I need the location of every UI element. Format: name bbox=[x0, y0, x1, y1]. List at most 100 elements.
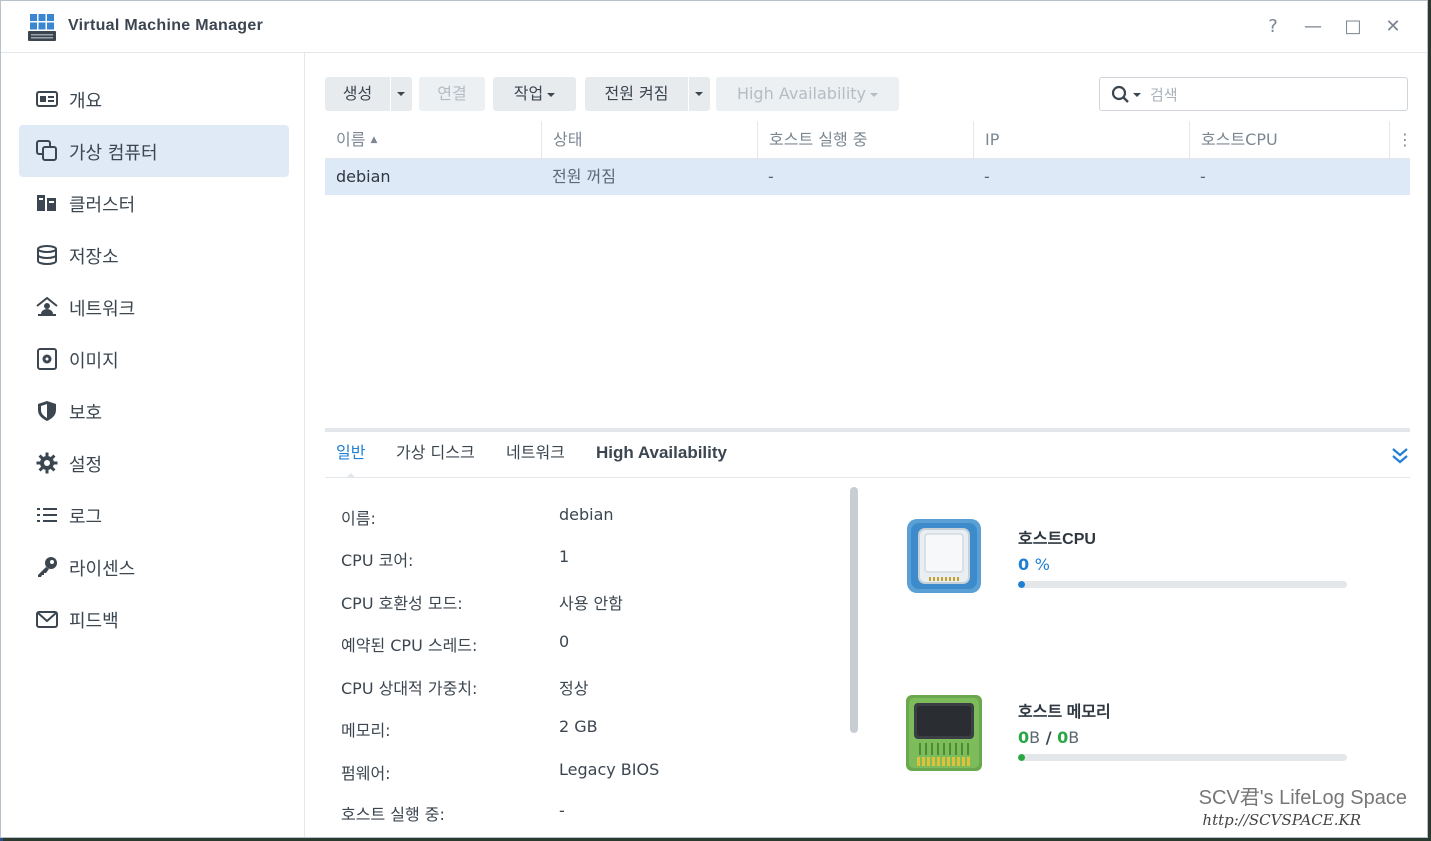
key-icon bbox=[38, 557, 57, 577]
double-chevron-down-icon[interactable] bbox=[1390, 443, 1410, 467]
sidebar-item-overview[interactable]: 개요 bbox=[19, 73, 289, 125]
sidebar-item-storage[interactable]: 저장소 bbox=[19, 229, 289, 281]
host-cpu-value: 0 % bbox=[1018, 555, 1050, 574]
sidebar-item-label: 저장소 bbox=[69, 247, 119, 268]
host-cpu-bar bbox=[1018, 581, 1347, 588]
property-label: 호스트 실행 중: bbox=[341, 805, 445, 824]
cell-host-cpu: - bbox=[1200, 167, 1206, 186]
gear-icon bbox=[36, 452, 58, 474]
overview-icon bbox=[36, 91, 58, 107]
property-label: CPU 호환성 모드: bbox=[341, 594, 463, 613]
column-header-host-cpu[interactable]: 호스트CPU bbox=[1189, 121, 1389, 158]
property-value: 사용 안함 bbox=[559, 594, 623, 613]
minimize-button[interactable]: — bbox=[1301, 15, 1325, 39]
host-memory-bar bbox=[1018, 754, 1347, 761]
column-menu-icon[interactable]: ⋮ bbox=[1389, 121, 1413, 158]
create-button[interactable]: 생성 bbox=[325, 77, 390, 111]
high-availability-button-label: High Availability bbox=[736, 84, 867, 103]
chevron-down-icon bbox=[547, 92, 556, 97]
grid-header: 이름 ▲ 상태 호스트 실행 중 IP 호스트CPU ⋮ bbox=[325, 121, 1413, 159]
property-value: Legacy BIOS bbox=[559, 760, 660, 779]
vmm-app-icon bbox=[28, 14, 56, 41]
sidebar-item-label: 개요 bbox=[69, 91, 103, 112]
properties-scrollbar[interactable] bbox=[850, 487, 858, 733]
column-header-host[interactable]: 호스트 실행 중 bbox=[757, 121, 973, 158]
property-value: debian bbox=[559, 505, 614, 524]
power-on-button[interactable]: 전원 켜짐 bbox=[585, 77, 688, 111]
search-box[interactable] bbox=[1099, 77, 1408, 111]
shield-icon bbox=[38, 401, 56, 421]
close-button[interactable]: ✕ bbox=[1381, 15, 1405, 39]
host-cpu-bar-fill bbox=[1018, 581, 1025, 588]
property-value: 2 GB bbox=[559, 717, 598, 736]
main-panel: 생성 연결 작업 전원 켜짐 High Availability 이름 ▲ 상태… bbox=[305, 53, 1427, 837]
sidebar-item-label: 설정 bbox=[69, 455, 103, 476]
sidebar-item-license[interactable]: 라이센스 bbox=[19, 541, 289, 593]
host-cpu-percent: 0 bbox=[1018, 555, 1030, 574]
sidebar-item-label: 피드백 bbox=[69, 611, 119, 632]
memory-total-unit: B bbox=[1068, 728, 1080, 747]
sidebar: 개요 가상 컴퓨터 클러스터 저장소 네트워크 이미지 보호 설정 로그 라이센… bbox=[1, 53, 305, 837]
tab-network[interactable]: 네트워크 bbox=[506, 433, 565, 477]
power-on-dropdown-button[interactable] bbox=[688, 77, 710, 111]
host-cpu-title: 호스트CPU bbox=[1018, 531, 1096, 548]
sidebar-item-image[interactable]: 이미지 bbox=[19, 333, 289, 385]
memory-module-icon bbox=[906, 695, 982, 771]
column-header-label: 이름 bbox=[336, 130, 366, 149]
table-row[interactable]: debian 전원 꺼짐 - - - bbox=[325, 159, 1410, 195]
column-header-name[interactable]: 이름 ▲ bbox=[325, 121, 541, 158]
host-memory-bar-fill bbox=[1018, 754, 1025, 761]
property-label: 이름: bbox=[341, 509, 376, 528]
action-button-label: 작업 bbox=[513, 84, 544, 103]
chevron-down-icon[interactable] bbox=[1133, 93, 1141, 97]
cluster-icon bbox=[37, 195, 56, 211]
sidebar-item-label: 네트워크 bbox=[69, 299, 136, 320]
title-bar: Virtual Machine Manager ? — □ ✕ bbox=[1, 1, 1427, 53]
network-icon bbox=[36, 296, 58, 316]
search-input[interactable] bbox=[1148, 82, 1402, 108]
image-icon bbox=[37, 348, 57, 370]
sidebar-item-protection[interactable]: 보호 bbox=[19, 385, 289, 437]
property-value: 0 bbox=[559, 632, 570, 651]
mail-icon bbox=[36, 611, 58, 628]
create-dropdown-button[interactable] bbox=[390, 77, 412, 111]
connect-button[interactable]: 연결 bbox=[419, 77, 485, 111]
search-icon[interactable] bbox=[1111, 85, 1133, 105]
sidebar-item-label: 가상 컴퓨터 bbox=[69, 143, 158, 164]
high-availability-button[interactable]: High Availability bbox=[716, 77, 899, 111]
property-label: 예약된 CPU 스레드: bbox=[341, 636, 478, 655]
split-handle[interactable] bbox=[325, 428, 1410, 432]
memory-used: 0 bbox=[1018, 728, 1030, 747]
virtual-machine-icon bbox=[36, 140, 57, 161]
host-memory-value: 0B / 0B bbox=[1018, 728, 1079, 747]
cell-name: debian bbox=[336, 167, 391, 186]
sidebar-item-virtual-machine[interactable]: 가상 컴퓨터 bbox=[19, 125, 289, 177]
host-cpu-unit: % bbox=[1034, 555, 1050, 574]
tab-virtual-disk[interactable]: 가상 디스크 bbox=[396, 433, 475, 477]
sidebar-item-log[interactable]: 로그 bbox=[19, 489, 289, 541]
app-window: Virtual Machine Manager ? — □ ✕ 개요 가상 컴퓨… bbox=[0, 0, 1428, 838]
column-header-ip[interactable]: IP bbox=[973, 121, 1189, 158]
list-icon bbox=[37, 508, 57, 522]
memory-total: 0 bbox=[1057, 728, 1069, 747]
help-icon[interactable]: ? bbox=[1261, 15, 1285, 39]
cpu-chip-icon bbox=[907, 519, 981, 593]
action-button[interactable]: 작업 bbox=[493, 77, 576, 111]
maximize-button[interactable]: □ bbox=[1341, 15, 1365, 39]
property-value: 1 bbox=[559, 547, 570, 566]
column-header-status[interactable]: 상태 bbox=[541, 121, 757, 158]
tab-high-availability[interactable]: High Availability bbox=[596, 433, 727, 477]
cell-status: 전원 꺼짐 bbox=[552, 167, 616, 186]
chevron-down-icon bbox=[870, 92, 879, 97]
sidebar-item-feedback[interactable]: 피드백 bbox=[19, 593, 289, 645]
window-title: Virtual Machine Manager bbox=[68, 17, 264, 34]
sidebar-item-settings[interactable]: 설정 bbox=[19, 437, 289, 489]
sidebar-item-network[interactable]: 네트워크 bbox=[19, 281, 289, 333]
watermark-url: http://SCVSPACE.KR bbox=[1202, 811, 1361, 829]
cell-ip: - bbox=[984, 167, 990, 186]
watermark-title: SCV君's LifeLog Space bbox=[1198, 787, 1407, 809]
tab-general[interactable]: 일반 bbox=[336, 433, 365, 478]
host-memory-title: 호스트 메모리 bbox=[1018, 704, 1111, 721]
sidebar-item-cluster[interactable]: 클러스터 bbox=[19, 177, 289, 229]
sidebar-item-label: 보호 bbox=[69, 403, 103, 424]
